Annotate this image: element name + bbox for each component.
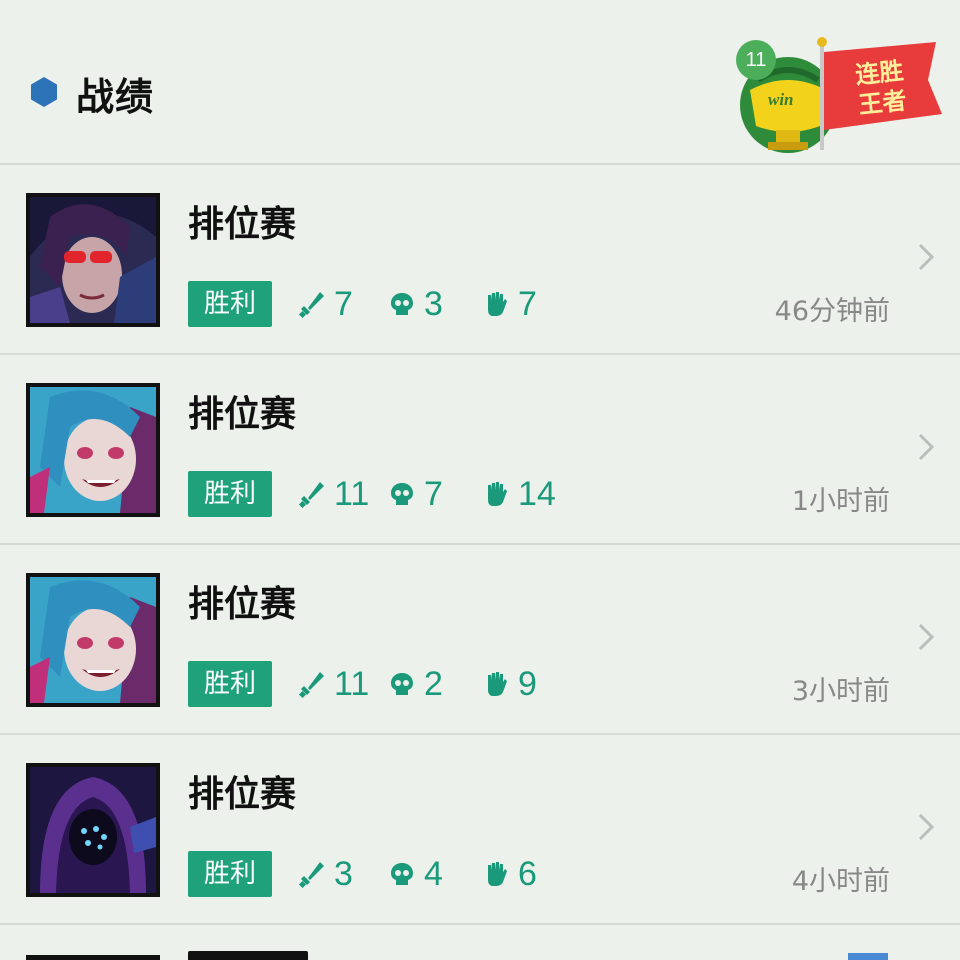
kills-value: 7 <box>334 284 353 323</box>
win-label: win <box>768 90 794 109</box>
assists-stat: 9 <box>482 661 537 707</box>
assists-stat: 6 <box>482 851 537 897</box>
kills-value: 3 <box>334 854 353 893</box>
hand-icon <box>488 672 507 696</box>
kassadin-portrait-icon <box>30 767 156 893</box>
chevron-right-icon[interactable] <box>914 427 938 467</box>
sword-icon <box>298 862 324 888</box>
chevron-right-icon[interactable] <box>914 237 938 277</box>
assists-value: 14 <box>518 474 556 513</box>
match-row-3[interactable]: 排位赛 胜利 11 2 9 3小时前 <box>0 545 960 735</box>
deaths-stat: 4 <box>388 851 443 897</box>
result-badge: 胜利 <box>188 661 272 707</box>
match-mode: 排位赛 <box>188 774 297 815</box>
kills-stat: 11 <box>298 661 369 707</box>
streak-count-badge: 11 <box>736 40 776 80</box>
match-time: 4小时前 <box>791 866 890 897</box>
champion-avatar <box>26 193 160 327</box>
deaths-stat: 3 <box>388 281 443 327</box>
match-mode: 排位赛 <box>188 204 297 245</box>
assists-stat: 14 <box>482 471 556 517</box>
skull-icon <box>391 673 413 695</box>
champion-avatar <box>26 383 160 517</box>
deaths-value: 2 <box>424 664 443 703</box>
hand-icon <box>488 862 507 886</box>
deaths-value: 7 <box>424 474 443 513</box>
hand-icon <box>488 292 507 316</box>
match-mode: 排位赛 <box>188 394 297 435</box>
assists-value: 6 <box>518 854 537 893</box>
assists-stat: 7 <box>482 281 537 327</box>
sword-icon <box>298 672 324 698</box>
match-row-2[interactable]: 排位赛 胜利 11 7 14 1小时前 <box>0 355 960 545</box>
assists-value: 7 <box>518 284 537 323</box>
deaths-stat: 2 <box>388 661 443 707</box>
win-streak-badge[interactable]: 11 win 连胜王者 <box>728 30 948 160</box>
deaths-stat: 7 <box>388 471 443 517</box>
kills-value: 11 <box>334 474 370 513</box>
kills-value: 11 <box>334 664 370 703</box>
kills-stat: 7 <box>298 281 353 327</box>
jinx-portrait-icon <box>30 387 156 513</box>
match-time: 46分钟前 <box>774 296 890 327</box>
hand-icon <box>488 482 507 506</box>
deaths-value: 4 <box>424 854 443 893</box>
match-time: 1小时前 <box>791 486 890 517</box>
skull-icon <box>391 863 413 885</box>
page-title: 战绩 <box>76 75 155 119</box>
header: 战绩 11 win 连胜王者 <box>0 0 960 165</box>
kills-stat: 11 <box>298 471 369 517</box>
match-row-partial[interactable] <box>0 925 960 960</box>
result-badge: 胜利 <box>188 471 272 517</box>
champion-avatar <box>26 763 160 897</box>
jinx-portrait-icon <box>30 577 156 703</box>
chevron-right-icon[interactable] <box>914 807 938 847</box>
assists-value: 9 <box>518 664 537 703</box>
skull-icon <box>391 293 413 315</box>
skull-icon <box>391 483 413 505</box>
match-row-4[interactable]: 排位赛 胜利 3 4 6 4小时前 <box>0 735 960 925</box>
hexagon-bullet-icon <box>31 77 57 107</box>
match-time: 3小时前 <box>791 676 890 707</box>
sword-icon <box>298 482 324 508</box>
result-badge: 胜利 <box>188 281 272 327</box>
streak-flag-text: 连胜王者 <box>854 56 908 120</box>
result-badge: 胜利 <box>188 851 272 897</box>
champion-avatar <box>26 955 160 960</box>
chevron-right-icon[interactable] <box>914 617 938 657</box>
kills-stat: 3 <box>298 851 353 897</box>
sword-icon <box>298 292 324 318</box>
vayne-portrait-icon <box>30 197 156 323</box>
mvp-icon <box>848 953 888 960</box>
champion-avatar <box>26 573 160 707</box>
match-row-1[interactable]: 排位赛 胜利 7 3 7 46分钟前 <box>0 165 960 355</box>
deaths-value: 3 <box>424 284 443 323</box>
match-mode <box>188 951 308 960</box>
match-mode: 排位赛 <box>188 584 297 625</box>
